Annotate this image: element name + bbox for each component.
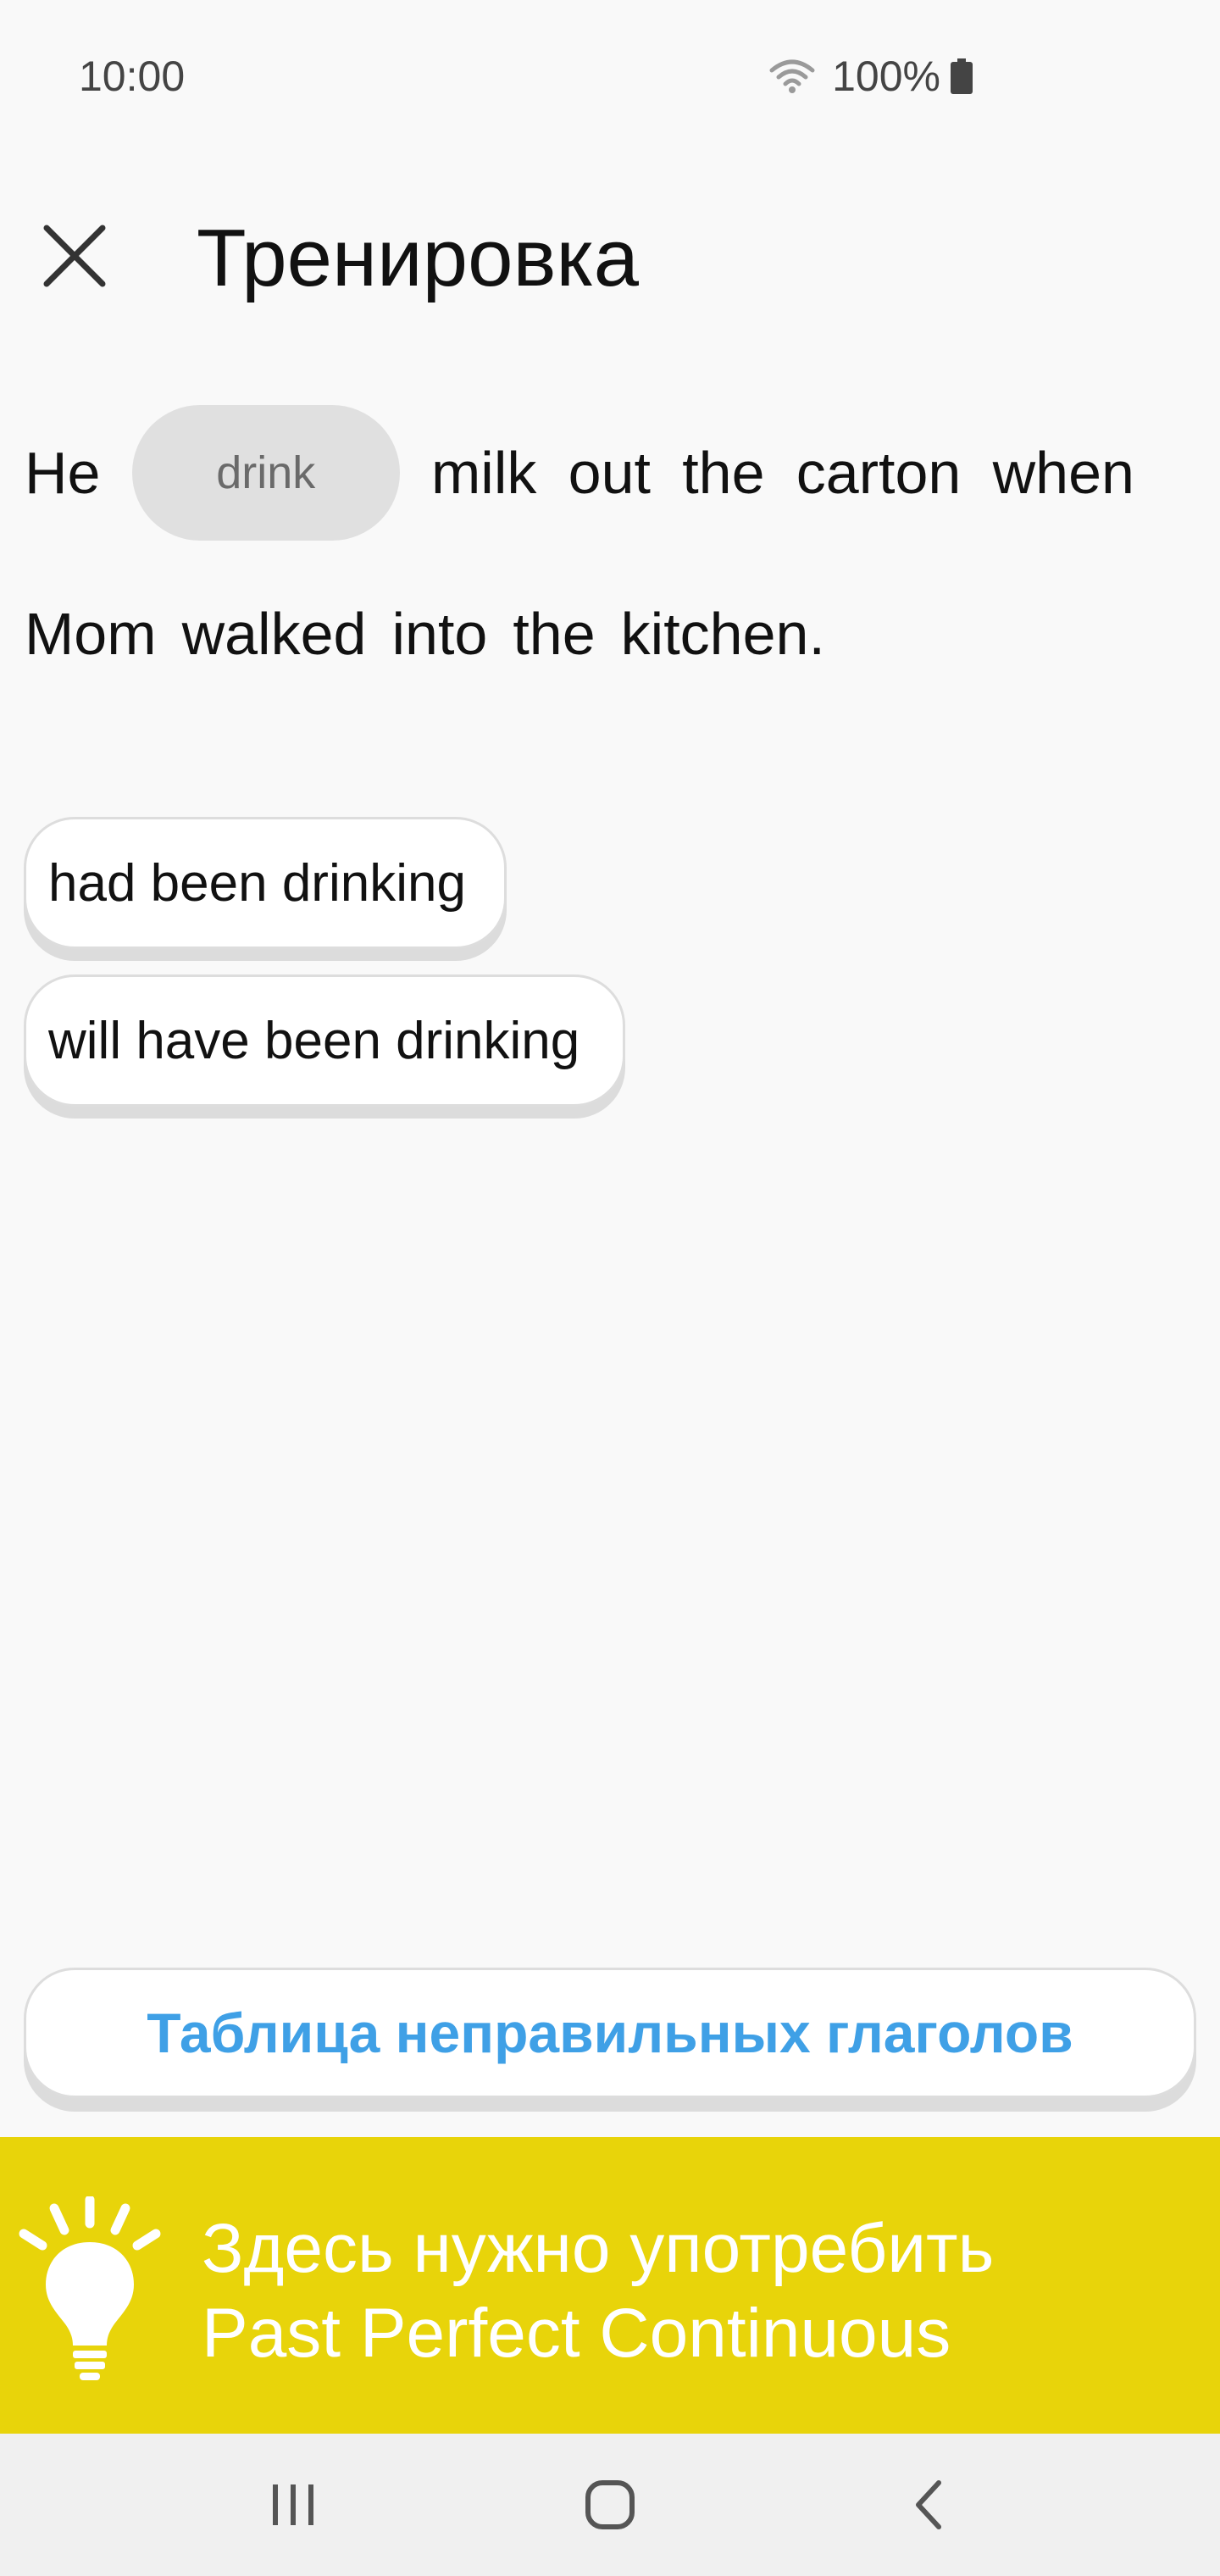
sentence-word: Mom <box>25 601 157 667</box>
sentence-word: into <box>391 601 488 667</box>
close-icon <box>43 225 106 287</box>
recents-icon <box>273 2484 313 2525</box>
sentence-word: He <box>25 440 101 506</box>
status-bar: 10:00 100% <box>0 0 1220 153</box>
irregular-verbs-table-button[interactable]: Таблица неправильных глаголов <box>24 1968 1196 2098</box>
sentence-line-2: Mom walked into the kitchen. <box>25 566 825 702</box>
sentence-word: out <box>568 440 651 506</box>
status-time: 10:00 <box>79 53 186 100</box>
answer-gap[interactable]: drink <box>131 405 400 541</box>
sentence-word: when <box>992 440 1134 506</box>
sentence-word: walked <box>181 601 367 667</box>
answer-option[interactable]: will have been drinking <box>24 974 625 1107</box>
wifi-icon <box>769 59 815 93</box>
sentence-word: the <box>513 601 596 667</box>
navigation-bar <box>0 2434 1220 2576</box>
sentence-word: kitchen. <box>620 601 825 667</box>
hint-text: Здесь нужно употребить Past Perfect Cont… <box>202 2207 994 2376</box>
sentence-word: carton <box>796 440 962 506</box>
back-icon <box>916 2480 941 2529</box>
hint-line-2: Past Perfect Continuous <box>202 2295 951 2372</box>
close-button[interactable] <box>30 212 119 300</box>
back-button[interactable] <box>886 2469 971 2540</box>
screen: 10:00 100% Тренировка He drink milk out … <box>0 0 1220 2576</box>
gap-hint: drink <box>216 447 316 498</box>
recents-button[interactable] <box>251 2469 336 2540</box>
irregular-verbs-button-label: Таблица неправильных глаголов <box>147 2001 1073 2064</box>
lightbulb-icon <box>19 2196 161 2380</box>
sentence-line-1: He drink milk out the carton when <box>25 405 1134 541</box>
home-button[interactable] <box>568 2469 652 2540</box>
battery-percentage: 100% <box>832 53 940 100</box>
home-icon <box>585 2480 635 2529</box>
sentence-word: milk <box>430 440 537 506</box>
hint-line-1: Здесь нужно употребить <box>202 2210 995 2287</box>
app-header: Тренировка <box>0 186 1220 330</box>
answer-option-label: will have been drinking <box>48 1011 580 1070</box>
answer-option[interactable]: had been drinking <box>24 817 507 949</box>
status-indicators: 100% <box>769 51 973 102</box>
sentence-word: the <box>682 440 765 506</box>
hint-panel: Здесь нужно употребить Past Perfect Cont… <box>0 2137 1220 2434</box>
answer-option-label: had been drinking <box>48 853 466 913</box>
battery-icon <box>951 58 973 94</box>
page-title: Тренировка <box>197 213 639 303</box>
